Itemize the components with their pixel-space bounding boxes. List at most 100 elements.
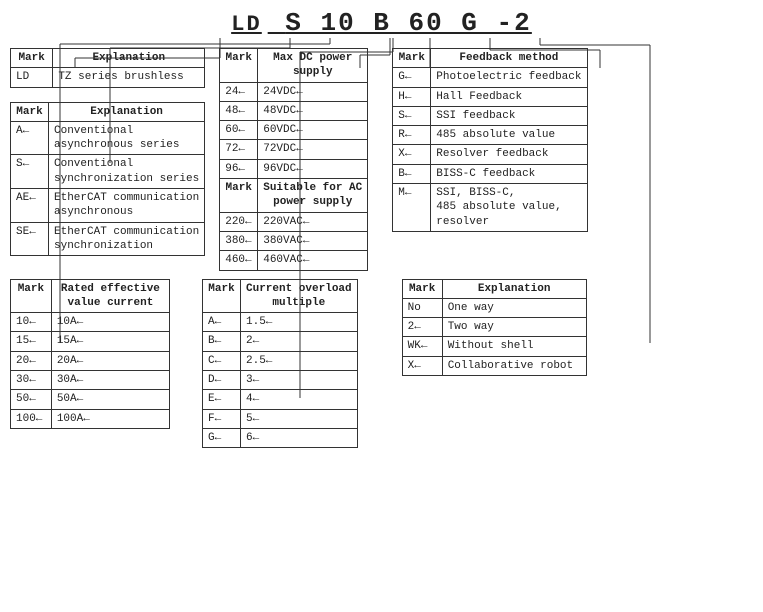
td-mark-ac: Mark (220, 179, 258, 213)
td-mark: S← (393, 106, 431, 125)
td-value: One way (442, 298, 586, 317)
table-row: 460←460VAC← (220, 251, 368, 270)
td-value: 20A← (51, 351, 169, 370)
table-row: AE← EtherCAT communication asynchronous (11, 189, 205, 223)
td-mark: F← (203, 409, 241, 428)
td-value: 6← (241, 428, 358, 447)
table-row: LD TZ series brushless (11, 68, 205, 87)
td-mark: 10← (11, 313, 52, 332)
th-mark-feedback: Mark (393, 49, 431, 68)
th-dc-power: Max DC powersupply (258, 49, 368, 83)
td-mark: 24← (220, 82, 258, 101)
td-value: 10A← (51, 313, 169, 332)
table-row: 20←20A← (11, 351, 170, 370)
td-mark: 100← (11, 409, 52, 428)
td-value: 100A← (51, 409, 169, 428)
td-mark: E← (203, 390, 241, 409)
td-mark: 72← (220, 140, 258, 159)
td-mark: S← (11, 155, 49, 189)
table-row: G←6← (203, 428, 358, 447)
td-value: Without shell (442, 337, 586, 356)
td-value: Two way (442, 318, 586, 337)
td-mark: G← (393, 68, 431, 87)
th-mark-dc: Mark (220, 49, 258, 83)
td-explanation: TZ series brushless (53, 68, 205, 87)
th-mark-overload: Mark (203, 279, 241, 313)
th-explanation-ld: Explanation (53, 49, 205, 68)
table-row: 50←50A← (11, 390, 170, 409)
td-explanation: EtherCAT communication asynchronous (49, 189, 205, 223)
td-value: Hall Feedback (431, 87, 587, 106)
table-row: SE← EtherCAT communication synchronizati… (11, 222, 205, 256)
table-dc-power: Mark Max DC powersupply 24←24VDC← 48←48V… (219, 48, 368, 271)
td-mark: 2← (402, 318, 442, 337)
td-value: 48VDC← (258, 101, 368, 120)
table-explanation2: Mark Explanation NoOne way 2←Two way WK←… (402, 279, 587, 376)
td-value: 15A← (51, 332, 169, 351)
table-row: 96←96VDC← (220, 159, 368, 178)
td-value: 3← (241, 371, 358, 390)
td-value: 4← (241, 390, 358, 409)
table-row: R←485 absolute value (393, 126, 587, 145)
td-value: Collaborative robot (442, 356, 586, 375)
td-mark: 20← (11, 351, 52, 370)
title-ld: LD (231, 12, 261, 37)
td-value: 96VDC← (258, 159, 368, 178)
td-mark: LD (11, 68, 53, 87)
table-row: 24←24VDC← (220, 82, 368, 101)
th-mark-series: Mark (11, 102, 49, 121)
table-row: NoOne way (402, 298, 586, 317)
td-value: 60VDC← (258, 121, 368, 140)
table-row: 2←Two way (402, 318, 586, 337)
td-value: 5← (241, 409, 358, 428)
table-row: 48←48VDC← (220, 101, 368, 120)
table-row: H←Hall Feedback (393, 87, 587, 106)
td-ac-header: Suitable for ACpower supply (258, 179, 368, 213)
table-row: 100←100A← (11, 409, 170, 428)
table-row: E←4← (203, 390, 358, 409)
table-row: 60←60VDC← (220, 121, 368, 140)
table-ld: Mark Explanation LD TZ series brushless (10, 48, 205, 88)
td-mark: 15← (11, 332, 52, 351)
table-row: 220←220VAC← (220, 212, 368, 231)
th-mark-ld: Mark (11, 49, 53, 68)
table-feedback: Mark Feedback method G←Photoelectric fee… (392, 48, 587, 232)
td-value: 485 absolute value (431, 126, 587, 145)
table-row: B←BISS-C feedback (393, 164, 587, 183)
table-row: A← Conventional asynchronous series (11, 121, 205, 155)
th-rated-current: Rated effectivevalue current (51, 279, 169, 313)
td-mark: 96← (220, 159, 258, 178)
td-value: 2← (241, 332, 358, 351)
td-mark: 460← (220, 251, 258, 270)
td-mark: H← (393, 87, 431, 106)
td-value: 1.5← (241, 313, 358, 332)
td-mark: B← (203, 332, 241, 351)
page-wrapper: LD S 10 B 60 G -2 Mark Explanation LD TZ… (0, 0, 763, 612)
table-series: Mark Explanation A← Conventional asynchr… (10, 102, 205, 257)
th-overload: Current overloadmultiple (241, 279, 358, 313)
td-mark: 48← (220, 101, 258, 120)
td-explanation: Conventional asynchronous series (49, 121, 205, 155)
td-value: Photoelectric feedback (431, 68, 587, 87)
td-mark: 220← (220, 212, 258, 231)
table-rated-current: Mark Rated effectivevalue current 10←10A… (10, 279, 170, 429)
td-value: 460VAC← (258, 251, 368, 270)
td-mark: 30← (11, 371, 52, 390)
td-mark: 380← (220, 231, 258, 250)
th-feedback-method: Feedback method (431, 49, 587, 68)
table-row: X←Resolver feedback (393, 145, 587, 164)
table-current-overload: Mark Current overloadmultiple A←1.5← B←2… (202, 279, 358, 449)
table-row-ac-header: Mark Suitable for ACpower supply (220, 179, 368, 213)
td-mark: R← (393, 126, 431, 145)
td-explanation: Conventional synchronization series (49, 155, 205, 189)
td-value: 220VAC← (258, 212, 368, 231)
td-mark: X← (402, 356, 442, 375)
table-row: C←2.5← (203, 351, 358, 370)
td-mark: A← (203, 313, 241, 332)
table-row: S← Conventional synchronization series (11, 155, 205, 189)
td-value: 24VDC← (258, 82, 368, 101)
table-row: WK←Without shell (402, 337, 586, 356)
table-row: M←SSI, BISS-C,485 absolute value,resolve… (393, 184, 587, 232)
td-value: BISS-C feedback (431, 164, 587, 183)
td-mark: 50← (11, 390, 52, 409)
